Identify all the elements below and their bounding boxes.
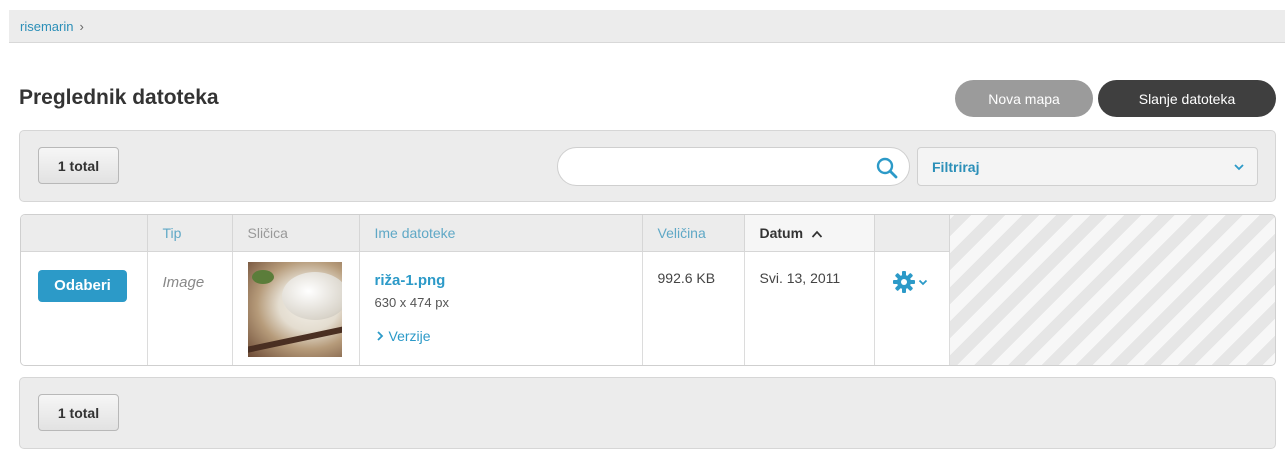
header-select xyxy=(21,215,148,252)
table-row: Odaberi Image riža-1.png 630 x 474 px Ve… xyxy=(21,251,950,365)
thumbnail-chopsticks-decoration xyxy=(247,323,342,354)
file-dimensions: 630 x 474 px xyxy=(374,294,449,310)
thumbnail-leaf-decoration xyxy=(251,269,274,284)
breadcrumb: risemarin › xyxy=(20,19,84,34)
file-thumbnail[interactable] xyxy=(247,261,342,357)
files-table-container: Tip Sličica Ime datoteke Veličina Datum … xyxy=(20,214,1276,366)
cell-thumbnail xyxy=(232,251,360,365)
thumbnail-bowl-decoration xyxy=(281,271,342,320)
chevron-up-icon xyxy=(811,230,823,238)
header-thumbnail: Sličica xyxy=(232,215,360,252)
breadcrumb-item-root[interactable]: risemarin xyxy=(20,19,73,34)
row-actions-menu-button[interactable] xyxy=(892,270,928,294)
select-file-button[interactable]: Odaberi xyxy=(38,269,127,302)
total-count-button[interactable]: 1 total xyxy=(38,147,119,184)
total-count-button-bottom[interactable]: 1 total xyxy=(38,394,119,431)
footer-panel: 1 total xyxy=(19,377,1276,449)
table-header-row: Tip Sličica Ime datoteke Veličina Datum xyxy=(21,215,950,252)
cell-date: Svi. 13, 2011 xyxy=(744,251,875,365)
cell-type: Image xyxy=(147,251,233,365)
search-box xyxy=(557,147,910,186)
toolbar-panel: 1 total Filtriraj xyxy=(19,130,1276,202)
cell-actions xyxy=(874,251,950,365)
filename-link[interactable]: riža-1.png xyxy=(375,272,627,289)
header-type[interactable]: Tip xyxy=(147,215,233,252)
upload-files-button[interactable]: Slanje datoteka xyxy=(1098,80,1276,117)
search-input[interactable] xyxy=(572,156,852,178)
header-date[interactable]: Datum xyxy=(744,215,875,252)
cell-size: 992.6 KB xyxy=(642,251,745,365)
search-icon[interactable] xyxy=(875,156,899,180)
file-size: 992.6 KB xyxy=(657,269,716,286)
breadcrumb-separator: › xyxy=(79,19,84,34)
gear-icon xyxy=(892,270,915,293)
file-date: Svi. 13, 2011 xyxy=(759,269,841,286)
versions-toggle[interactable]: Verzije xyxy=(375,328,627,344)
cell-select: Odaberi xyxy=(21,251,148,365)
header-size[interactable]: Veličina xyxy=(642,215,745,252)
breadcrumb-bar: risemarin › xyxy=(9,10,1285,43)
filter-select[interactable]: Filtriraj xyxy=(917,147,1258,186)
chevron-right-icon xyxy=(376,330,383,341)
chevron-down-icon xyxy=(918,279,927,285)
versions-label: Verzije xyxy=(388,327,431,344)
filter-selected-value: Filtriraj xyxy=(932,159,980,175)
chevron-down-icon xyxy=(1234,164,1244,171)
header-actions xyxy=(874,215,950,252)
new-folder-button[interactable]: Nova mapa xyxy=(955,80,1093,117)
cell-filename: riža-1.png 630 x 474 px Verzije xyxy=(359,251,643,365)
header-filename[interactable]: Ime datoteke xyxy=(359,215,643,252)
files-table: Tip Sličica Ime datoteke Veličina Datum … xyxy=(21,215,950,365)
page-title: Preglednik datoteka xyxy=(19,86,219,109)
file-type: Image xyxy=(162,273,205,291)
header-date-label: Datum xyxy=(759,224,804,241)
